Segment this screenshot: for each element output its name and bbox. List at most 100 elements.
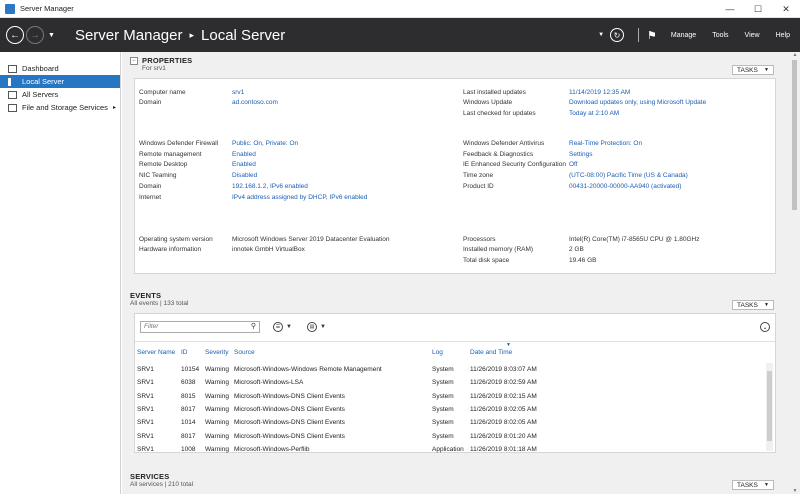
prop-label: Domain — [139, 99, 162, 106]
maximize-button[interactable]: ☐ — [744, 0, 772, 18]
prop-value-remote-management[interactable]: Enabled — [232, 151, 256, 158]
prop-value-processors: Intel(R) Core(TM) i7-8565U CPU @ 1.80GHz — [569, 236, 700, 243]
server-manager-icon — [5, 3, 15, 14]
scrollbar-thumb[interactable] — [767, 371, 772, 441]
prop-label: Last checked for updates — [463, 110, 536, 117]
sidebar-item-label: Local Server — [22, 77, 65, 86]
sidebar-item-file-storage[interactable]: File and Storage Services ▸ — [0, 101, 120, 114]
events-header: EVENTS All events | 133 total — [130, 291, 188, 307]
events-tasks-button[interactable]: TASKS ▼ — [732, 300, 774, 310]
tasks-label: TASKS — [737, 66, 758, 74]
cell-severity: Warning — [205, 432, 229, 440]
cell-datetime: 11/26/2019 8:02:05 AM — [470, 419, 537, 427]
prop-value-nic-teaming[interactable]: Disabled — [232, 172, 257, 179]
events-subtitle: All events | 133 total — [130, 300, 189, 307]
prop-label: Time zone — [463, 172, 494, 179]
sidebar-item-dashboard[interactable]: Dashboard — [0, 62, 120, 75]
cell-severity: Warning — [205, 379, 229, 387]
save-query-button[interactable]: ▤ ▼ — [307, 321, 326, 333]
notifications-flag-icon[interactable]: ⚑ — [647, 29, 657, 42]
prop-label: Processors — [463, 236, 496, 243]
back-button[interactable]: ← — [6, 26, 24, 44]
chevron-down-icon: ▼ — [286, 324, 292, 330]
forward-button[interactable]: → — [26, 26, 44, 44]
history-dropdown-icon[interactable]: ▼ — [48, 32, 55, 39]
prop-label: Remote Desktop — [139, 161, 188, 168]
cell-severity: Warning — [205, 445, 229, 453]
cell-log: Application — [432, 445, 464, 453]
prop-value-feedback[interactable]: Settings — [569, 151, 593, 158]
prop-value-firewall[interactable]: Public: On, Private: On — [232, 140, 298, 147]
prop-label: Windows Update — [463, 99, 513, 106]
prop-value-network[interactable]: 192.168.1.2, IPv6 enabled — [232, 183, 308, 190]
divider — [135, 341, 775, 342]
prop-value-ie-esc[interactable]: Off — [569, 161, 578, 168]
column-header-source[interactable]: Source — [234, 349, 255, 356]
file-storage-icon — [8, 103, 17, 112]
prop-value-time-zone[interactable]: (UTC-08:00) Pacific Time (US & Canada) — [569, 172, 688, 179]
minimize-button[interactable]: — — [716, 0, 744, 18]
events-scrollbar[interactable] — [766, 363, 773, 451]
cell-source: Microsoft-Windows-Windows Remote Managem… — [234, 366, 382, 373]
cell-severity: Warning — [205, 405, 229, 413]
collapse-icon[interactable]: − — [130, 57, 138, 65]
menu-help[interactable]: Help — [776, 32, 790, 39]
cell-source: Microsoft-Windows-LSA — [234, 379, 304, 387]
menu-manage[interactable]: Manage — [671, 32, 696, 39]
prop-value-last-installed[interactable]: 11/14/2019 12:35 AM — [569, 89, 630, 96]
expand-icon[interactable]: ⌄ — [760, 322, 770, 332]
prop-label: Total disk space — [463, 257, 510, 264]
close-button[interactable]: ✕ — [772, 0, 800, 18]
column-header-server[interactable]: Server Name — [137, 349, 175, 356]
chevron-down-icon: ▼ — [320, 324, 326, 330]
prop-value-product-id[interactable]: 00431-20000-00000-AA940 (activated) — [569, 183, 681, 190]
column-header-datetime[interactable]: Date and Time — [470, 349, 512, 356]
prop-value-remote-desktop[interactable]: Enabled — [232, 161, 256, 168]
filter-input[interactable]: Filter ⚲ — [140, 321, 260, 333]
cell-severity: Warning — [205, 366, 229, 373]
scroll-up-icon[interactable]: ▲ — [790, 52, 800, 58]
sidebar-item-label: All Servers — [22, 90, 59, 99]
prop-value-os-version: Microsoft Windows Server 2019 Datacenter… — [232, 236, 390, 243]
services-tasks-button[interactable]: TASKS ▼ — [732, 480, 774, 490]
filter-options-button[interactable]: ☰ ▼ — [273, 321, 292, 333]
prop-value-last-checked[interactable]: Today at 2:10 AM — [569, 110, 619, 117]
prop-value-domain[interactable]: ad.contoso.com — [232, 99, 278, 106]
breadcrumb-root[interactable]: Server Manager — [75, 27, 183, 44]
search-icon[interactable]: ⚲ — [251, 322, 256, 332]
menu-tools[interactable]: Tools — [712, 32, 728, 39]
prop-value-antivirus[interactable]: Real-Time Protection: On — [569, 140, 642, 147]
main-scrollbar[interactable]: ▲ ▼ — [790, 52, 800, 494]
menu-view[interactable]: View — [745, 32, 760, 39]
prop-label: Remote management — [139, 151, 202, 158]
prop-label: Internet — [139, 194, 162, 201]
scrollbar-thumb[interactable] — [792, 60, 797, 210]
list-options-icon: ☰ — [273, 322, 283, 332]
column-header-severity[interactable]: Severity — [205, 349, 228, 356]
refresh-dropdown-icon[interactable]: ▼ — [598, 32, 604, 38]
column-header-log[interactable]: Log — [432, 349, 443, 356]
prop-value-computer-name[interactable]: srv1 — [232, 89, 244, 96]
scroll-down-icon[interactable]: ▼ — [790, 488, 800, 494]
cell-server: SRV1 — [137, 432, 154, 440]
cell-id: 8015 — [181, 392, 196, 400]
cell-datetime: 11/26/2019 8:03:07 AM — [470, 366, 537, 373]
sidebar-item-all-servers[interactable]: All Servers — [0, 88, 120, 101]
window-titlebar: Server Manager — ☐ ✕ — [0, 0, 800, 18]
cell-log: System — [432, 405, 454, 413]
sidebar-item-local-server[interactable]: Local Server — [0, 75, 120, 88]
prop-value-internet[interactable]: IPv4 address assigned by DHCP, IPv6 enab… — [232, 194, 367, 201]
app-header: ← → ▼ Server Manager ▸ Local Server ▼ ↻ … — [0, 18, 800, 52]
properties-tasks-button[interactable]: TASKS ▼ — [732, 65, 774, 75]
column-header-id[interactable]: ID — [181, 349, 188, 356]
window-title: Server Manager — [20, 4, 74, 13]
breadcrumb: Server Manager ▸ Local Server — [75, 27, 285, 44]
header-divider — [638, 28, 640, 42]
cell-server: SRV1 — [137, 405, 154, 413]
prop-value-windows-update[interactable]: Download updates only, using Microsoft U… — [569, 99, 706, 106]
cell-id: 6038 — [181, 379, 196, 387]
properties-subtitle: For srv1 — [142, 65, 166, 72]
local-server-icon — [8, 77, 11, 86]
refresh-icon[interactable]: ↻ — [610, 28, 625, 42]
prop-label: NIC Teaming — [139, 172, 177, 179]
